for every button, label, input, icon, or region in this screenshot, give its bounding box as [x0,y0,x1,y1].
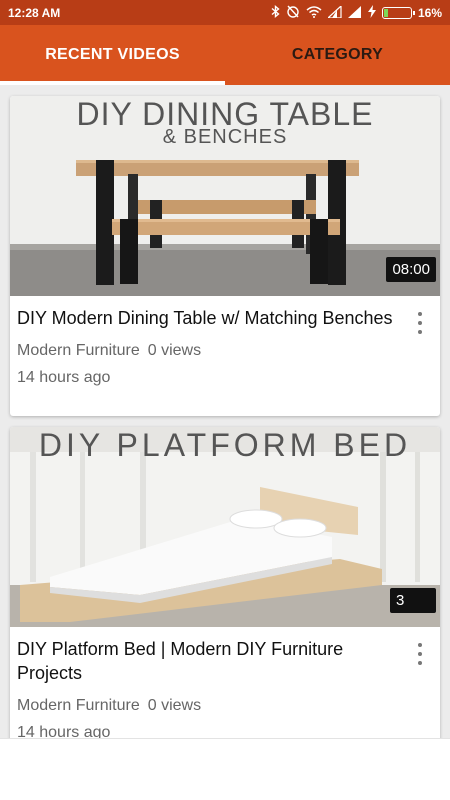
thumbnail-title-text: DIY PLATFORM BED [38,427,412,463]
video-info: DIY Platform Bed | Modern DIY Furniture … [10,627,440,738]
status-time: 12:28 AM [8,5,61,20]
alarm-icon [286,5,300,20]
video-list[interactable]: DIY DINING TABLE & BENCHES 08:00 DIY Mod… [0,85,450,738]
battery-level [383,8,389,17]
thumbnail-subtitle-text: & BENCHES [162,126,288,148]
view-count: 0 views [147,342,202,359]
tab-category[interactable]: CATEGORY [225,25,450,85]
video-card[interactable]: DIY PLATFORM BED 3 DIY Platform Bed | Mo… [10,427,440,738]
signal-icon [347,5,362,20]
video-title[interactable]: DIY Modern Dining Table w/ Matching Benc… [17,306,400,330]
video-meta: Modern Furniture 0 views [17,695,400,717]
tab-recent-videos[interactable]: RECENT VIDEOS [0,25,225,85]
video-card[interactable]: DIY DINING TABLE & BENCHES 08:00 DIY Mod… [10,96,440,416]
more-vert-icon [418,312,422,316]
wifi-icon [306,5,322,20]
video-thumbnail[interactable]: DIY PLATFORM BED 3 [10,427,440,627]
tab-category-label: CATEGORY [291,46,384,63]
more-vert-icon [418,643,422,647]
more-options-button[interactable] [412,312,428,334]
video-title[interactable]: DIY Platform Bed | Modern DIY Furniture … [17,637,400,685]
view-count: 0 views [147,697,202,714]
upload-time: 14 hours ago [17,724,111,738]
battery-percent: 16% [417,5,442,20]
bluetooth-icon [271,5,280,20]
channel-name: Modern Furniture [17,697,140,714]
channel-name: Modern Furniture [17,342,140,359]
status-bar: 12:28 AM 16% [0,0,450,25]
video-duration-badge: 08:00 [386,257,436,282]
video-info: DIY Modern Dining Table w/ Matching Benc… [10,296,440,389]
video-thumbnail[interactable]: DIY DINING TABLE & BENCHES 08:00 [10,96,440,296]
signal-icon [326,4,342,20]
status-icons: 16% [271,4,442,20]
battery-icon [381,6,415,19]
tab-recent-videos-label: RECENT VIDEOS [45,46,180,63]
upload-time: 14 hours ago [17,369,111,386]
bottom-area [0,738,450,800]
charging-icon [367,5,376,20]
more-options-button[interactable] [412,643,428,665]
video-meta: Modern Furniture 0 views [17,340,400,362]
tab-bar: RECENT VIDEOS CATEGORY [0,25,450,85]
video-duration-badge: 3 [390,588,436,613]
